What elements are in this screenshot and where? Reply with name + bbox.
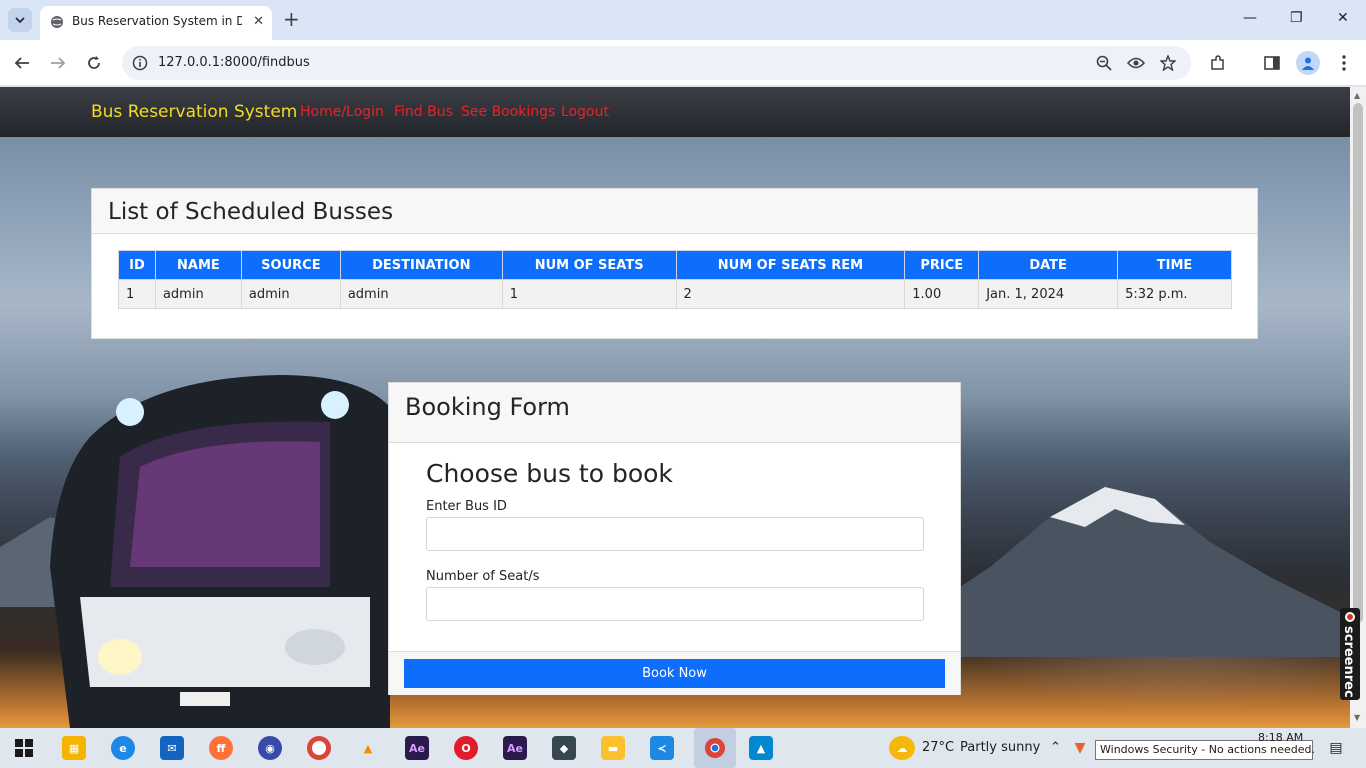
- site-info-icon[interactable]: [132, 55, 148, 71]
- cell-id: 1: [118, 279, 156, 309]
- clock-time[interactable]: 8:18 AM: [1258, 731, 1303, 744]
- forward-icon[interactable]: [48, 53, 68, 73]
- tray-chevron-icon[interactable]: ⌃: [1050, 740, 1061, 755]
- reload-icon[interactable]: [84, 53, 104, 73]
- col-header-id: ID: [118, 250, 156, 280]
- minimize-icon[interactable]: —: [1243, 10, 1257, 26]
- book-now-button[interactable]: Book Now: [404, 659, 945, 688]
- col-header-num-seats: NUM OF SEATS: [501, 250, 677, 280]
- chrome-active-icon[interactable]: [694, 728, 736, 768]
- weather-temp[interactable]: 27°C: [922, 740, 954, 755]
- seats-label: Number of Seat/s: [426, 569, 540, 584]
- extensions-icon[interactable]: [1208, 53, 1228, 73]
- person-icon: [1302, 57, 1314, 70]
- form-footer: Book Now: [389, 651, 960, 695]
- brave-icon[interactable]: ▼: [1071, 736, 1089, 760]
- globe-icon: [51, 16, 63, 28]
- page-viewport: Bus Reservation System Home/Login Find B…: [0, 87, 1350, 728]
- col-header-source: SOURCE: [240, 250, 341, 280]
- col-header-num-seats-rem: NUM OF SEATS REM: [675, 250, 906, 280]
- booking-form-title: Booking Form: [389, 383, 960, 443]
- bus-id-label: Enter Bus ID: [426, 499, 507, 514]
- site-navbar: Bus Reservation System Home/Login Find B…: [0, 87, 1350, 137]
- vlc-icon[interactable]: ▲: [356, 736, 380, 760]
- record-dot-icon: [1345, 612, 1355, 622]
- col-header-time: TIME: [1117, 250, 1232, 280]
- bus-list-card: List of Scheduled Busses ID NAME SOURCE …: [91, 188, 1258, 339]
- bus-image: [50, 375, 390, 728]
- app-icon[interactable]: ◆: [552, 736, 576, 760]
- table-header-row: ID NAME SOURCE DESTINATION NUM OF SEATS …: [118, 250, 1232, 280]
- zoom-icon[interactable]: [1094, 53, 1114, 73]
- url-text: 127.0.0.1:8000/findbus: [158, 55, 310, 70]
- file-explorer-icon[interactable]: ▬: [601, 736, 625, 760]
- cell-destination: admin: [339, 279, 503, 309]
- nav-link-home-login[interactable]: Home/Login: [300, 104, 384, 120]
- nav-link-see-bookings[interactable]: See Bookings: [461, 104, 555, 120]
- media-player-icon[interactable]: ◉: [258, 736, 282, 760]
- browser-tab-strip: Bus Reservation System in Djan ✕ + — ❐ ✕: [0, 0, 1366, 40]
- browser-toolbar: 127.0.0.1:8000/findbus: [0, 40, 1366, 86]
- back-icon[interactable]: [12, 53, 32, 73]
- col-header-destination: DESTINATION: [339, 250, 503, 280]
- after-effects-icon-2[interactable]: Ae: [503, 736, 527, 760]
- table-row: 1 admin admin admin 1 2 1.00 Jan. 1, 202…: [118, 279, 1232, 309]
- menu-kebab-icon[interactable]: [1334, 53, 1354, 73]
- bookmark-star-icon[interactable]: [1158, 53, 1178, 73]
- weather-icon[interactable]: ☁: [889, 736, 915, 760]
- profile-avatar[interactable]: [1296, 51, 1320, 75]
- col-header-date: DATE: [978, 250, 1119, 280]
- chrome-icon[interactable]: [307, 736, 331, 760]
- booking-form-card: Booking Form Choose bus to book Enter Bu…: [388, 382, 961, 695]
- close-tab-icon[interactable]: ✕: [253, 14, 264, 29]
- mountain-background: [900, 487, 1350, 657]
- col-header-name: NAME: [154, 250, 242, 280]
- new-tab-button[interactable]: +: [283, 8, 300, 30]
- scroll-down-icon[interactable]: ▼: [1354, 713, 1360, 722]
- browser-tab[interactable]: Bus Reservation System in Djan ✕: [40, 6, 272, 40]
- navbar-brand[interactable]: Bus Reservation System: [91, 102, 297, 122]
- cell-name: admin: [154, 279, 242, 309]
- tab-title: Bus Reservation System in Djan: [72, 14, 242, 28]
- screenrec-widget[interactable]: screenrec: [1340, 608, 1360, 700]
- nav-link-logout[interactable]: Logout: [561, 104, 609, 120]
- cell-num-seats-rem: 2: [675, 279, 906, 309]
- nav-link-find-bus[interactable]: Find Bus: [394, 104, 453, 120]
- cell-time: 5:32 p.m.: [1117, 279, 1232, 309]
- tab-search-button[interactable]: [8, 8, 32, 32]
- store-icon[interactable]: ▦: [62, 736, 86, 760]
- eye-icon[interactable]: [1126, 53, 1146, 73]
- windows-start-icon[interactable]: [12, 736, 36, 760]
- notification-icon[interactable]: ▤: [1324, 736, 1348, 760]
- form-heading: Choose bus to book: [426, 459, 673, 488]
- photos-icon[interactable]: ▲: [749, 736, 773, 760]
- bus-id-input[interactable]: [426, 517, 924, 551]
- bus-list-title: List of Scheduled Busses: [92, 189, 1257, 234]
- side-panel-icon[interactable]: [1262, 53, 1282, 73]
- scrollbar-thumb[interactable]: [1353, 103, 1363, 623]
- chevron-down-icon: [15, 17, 25, 23]
- col-header-price: PRICE: [904, 250, 980, 280]
- cell-price: 1.00: [904, 279, 980, 309]
- weather-desc[interactable]: Partly sunny: [960, 740, 1040, 755]
- restore-icon[interactable]: ❐: [1290, 10, 1303, 26]
- cell-source: admin: [240, 279, 341, 309]
- close-window-icon[interactable]: ✕: [1337, 10, 1349, 26]
- screenrec-label: screenrec: [1341, 626, 1356, 698]
- after-effects-icon[interactable]: Ae: [405, 736, 429, 760]
- cell-num-seats: 1: [501, 279, 677, 309]
- edge-icon[interactable]: e: [111, 736, 135, 760]
- bus-table: ID NAME SOURCE DESTINATION NUM OF SEATS …: [118, 250, 1232, 309]
- mail-icon[interactable]: ✉: [160, 736, 184, 760]
- scroll-up-icon[interactable]: ▲: [1354, 91, 1360, 100]
- vscode-icon[interactable]: ≺: [650, 736, 674, 760]
- firefox-icon[interactable]: ff: [209, 736, 233, 760]
- opera-icon[interactable]: O: [454, 736, 478, 760]
- seats-input[interactable]: [426, 587, 924, 621]
- address-bar[interactable]: 127.0.0.1:8000/findbus: [122, 46, 1191, 80]
- cell-date: Jan. 1, 2024: [978, 279, 1119, 309]
